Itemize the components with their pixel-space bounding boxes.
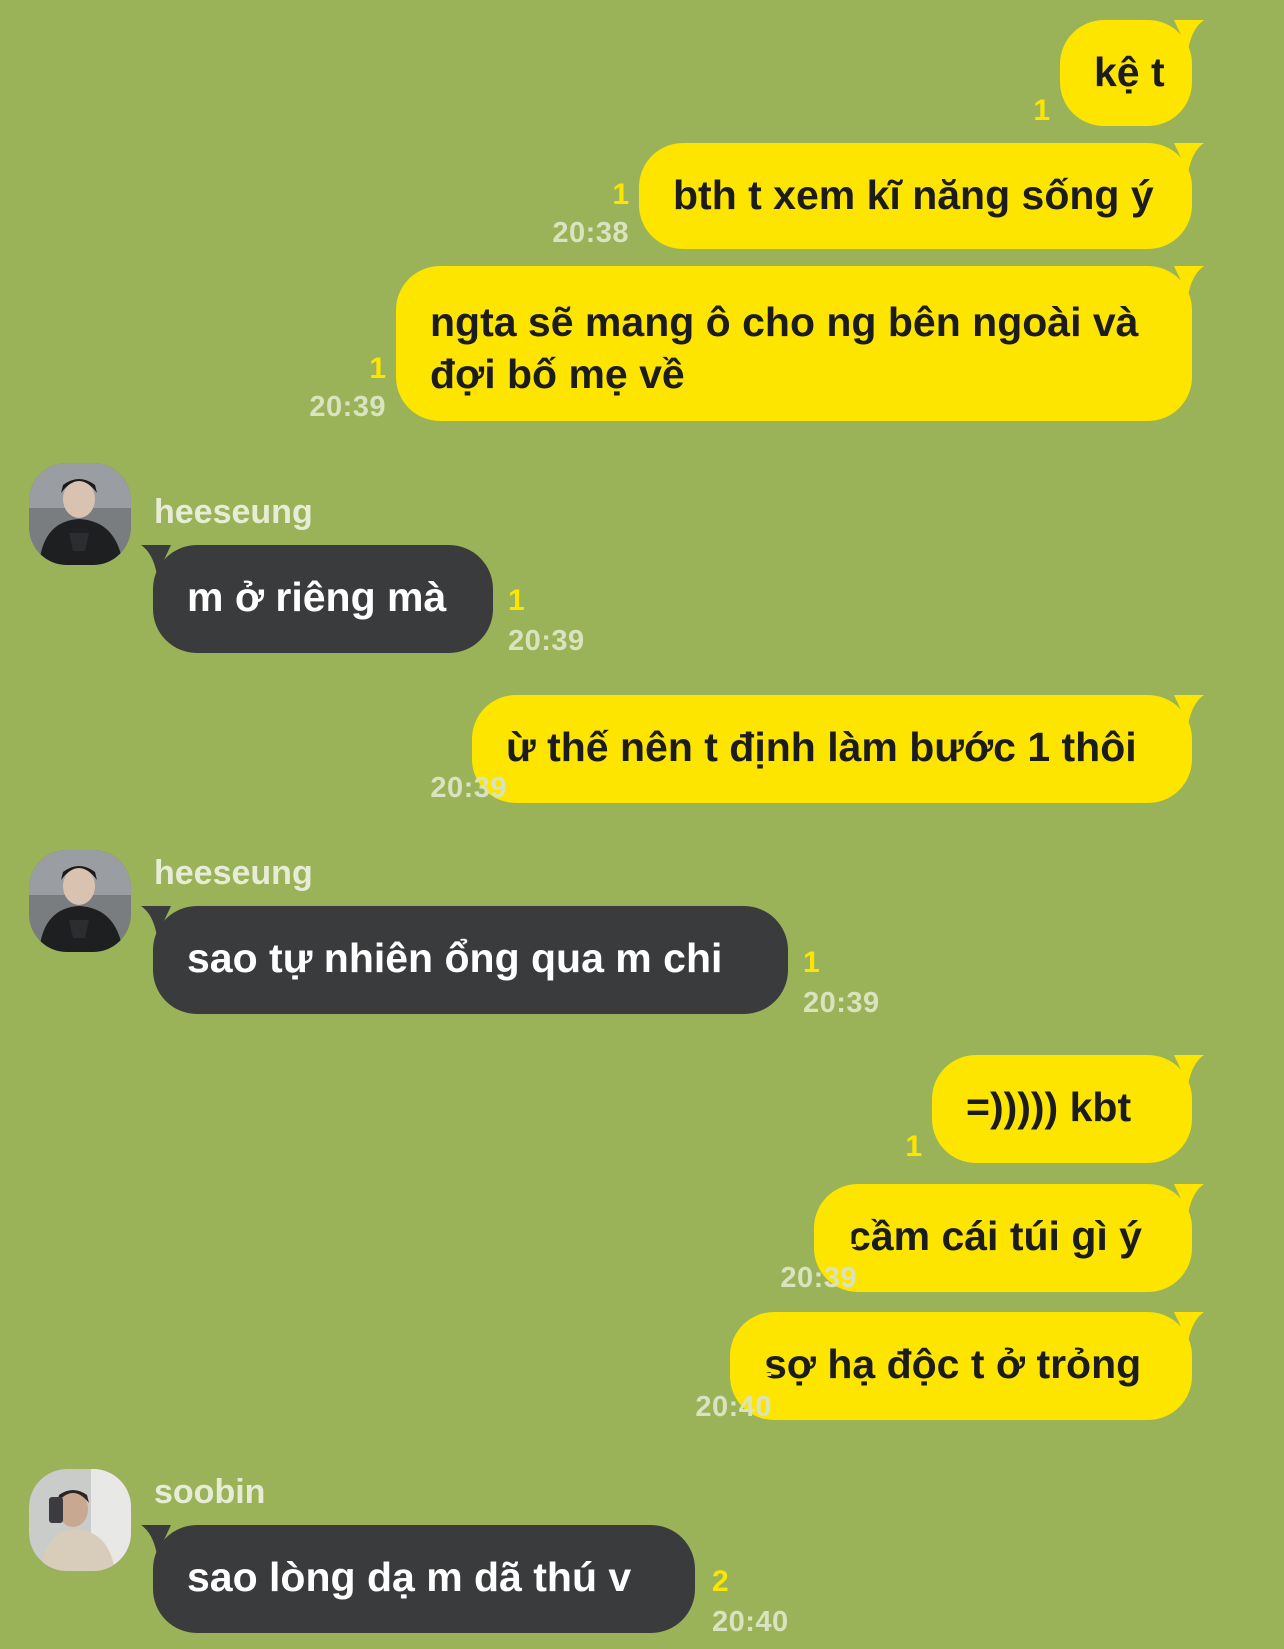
unread-count: 1 xyxy=(803,946,820,979)
profile-photo-icon xyxy=(29,850,131,952)
message-text: ừ thế nên t định làm bước 1 thôi xyxy=(506,724,1137,770)
message-text: m ở riêng mà xyxy=(187,574,447,620)
outgoing-message-bubble[interactable]: kệ t xyxy=(1060,20,1204,126)
sender-name: heeseung xyxy=(154,493,313,531)
incoming-message-bubble[interactable]: sao lòng dạ m dã thú v xyxy=(141,1525,695,1633)
profile-photo-icon xyxy=(29,463,131,565)
avatar-soobin[interactable] xyxy=(29,1469,131,1571)
unread-count: 1 xyxy=(755,1350,772,1383)
message-timestamp: 20:39 xyxy=(309,391,386,423)
outgoing-message-bubble[interactable]: =))))) kbt xyxy=(932,1055,1204,1163)
message-timestamp: 20:40 xyxy=(695,1391,772,1423)
avatar-heeseung[interactable] xyxy=(29,850,131,952)
message-text: cầm cái túi gì ý xyxy=(848,1213,1142,1259)
message-text: sợ hạ độc t ở trỏng xyxy=(764,1341,1142,1387)
message-timestamp: 20:40 xyxy=(712,1606,789,1638)
message-text: sao lòng dạ m dã thú v xyxy=(187,1554,632,1600)
unread-count: 2 xyxy=(712,1565,729,1598)
bubble-tail xyxy=(141,545,171,575)
unread-count: 1 xyxy=(490,731,507,764)
message-text: ngta sẽ mang ô cho ng bên ngoài và đợi b… xyxy=(430,299,1139,397)
outgoing-message-bubble[interactable]: sợ hạ độc t ở trỏng xyxy=(730,1312,1204,1420)
message-text: bth t xem kĩ năng sống ý xyxy=(673,172,1154,218)
outgoing-message-bubble[interactable]: cầm cái túi gì ý xyxy=(814,1184,1204,1292)
sender-name: heeseung xyxy=(154,854,313,892)
sender-name: soobin xyxy=(154,1473,266,1511)
bubble-tail xyxy=(141,906,171,936)
bubble-tail xyxy=(141,1525,171,1555)
bubble-tail xyxy=(1174,1184,1204,1214)
unread-count: 1 xyxy=(1033,94,1050,127)
outgoing-message-bubble[interactable]: ngta sẽ mang ô cho ng bên ngoài và đợi b… xyxy=(396,266,1204,421)
unread-count: 1 xyxy=(369,352,386,385)
outgoing-message-bubble[interactable]: ừ thế nên t định làm bước 1 thôi xyxy=(472,695,1204,803)
bubble-tail xyxy=(1174,20,1204,50)
message-text: sao tự nhiên ổng qua m chi xyxy=(187,935,723,981)
message-timestamp: 20:39 xyxy=(803,987,880,1019)
outgoing-message-bubble[interactable]: bth t xem kĩ năng sống ý xyxy=(639,143,1204,249)
bubble-tail xyxy=(1174,143,1204,173)
unread-count: 1 xyxy=(840,1221,857,1254)
chat-area[interactable]: kệ t 1 bth t xem kĩ năng sống ý 1 20:38 … xyxy=(0,0,1284,1649)
message-text: kệ t xyxy=(1094,49,1165,95)
profile-photo-icon xyxy=(29,1469,131,1571)
unread-count: 1 xyxy=(905,1130,922,1163)
incoming-message-bubble[interactable]: m ở riêng mà xyxy=(141,545,493,653)
message-timestamp: 20:39 xyxy=(430,772,507,804)
avatar-heeseung[interactable] xyxy=(29,463,131,565)
unread-count: 1 xyxy=(508,584,525,617)
unread-count: 1 xyxy=(612,178,629,211)
bubble-tail xyxy=(1174,1055,1204,1085)
message-timestamp: 20:39 xyxy=(508,625,585,657)
incoming-message-bubble[interactable]: sao tự nhiên ổng qua m chi xyxy=(141,906,788,1014)
bubble-tail xyxy=(1174,695,1204,725)
bubble-tail xyxy=(1174,1312,1204,1342)
message-timestamp: 20:38 xyxy=(552,217,629,249)
message-timestamp: 20:39 xyxy=(780,1262,857,1294)
bubble-tail xyxy=(1174,266,1204,296)
message-text: =))))) kbt xyxy=(966,1084,1132,1130)
